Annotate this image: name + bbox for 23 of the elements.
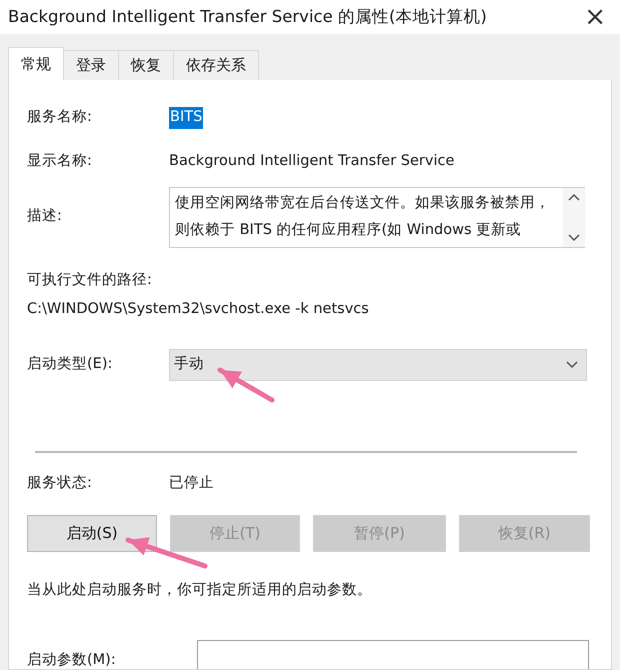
service-name-value: BITS (169, 107, 204, 129)
description-box[interactable]: 使用空闲网络带宽在后台传送文件。如果该服务被禁用，则依赖于 BITS 的任何应用程序(如 Windows 更新或 (169, 186, 585, 248)
field-label: 显示名称: (27, 152, 93, 171)
field-label: 描述: (27, 207, 63, 226)
startup-type-dropdown[interactable]: 手动 (169, 349, 587, 381)
field-label: 启动类型(E): (27, 354, 114, 374)
field-label: 可执行文件的路径: (27, 270, 153, 290)
caret-icon (566, 361, 578, 369)
service-button[interactable]: 启动(S) (27, 514, 157, 552)
field-label: 服务状态: (27, 474, 93, 493)
window-title: Background Intelligent Transfer Service 的属性(本地计算机) (8, 6, 487, 28)
tab[interactable]: 常规 (8, 47, 64, 80)
service-status-value: 已停止 (169, 474, 214, 493)
parameters-field[interactable] (197, 640, 589, 669)
display-name-value: Background Intelligent Transfer Service (169, 152, 454, 171)
field-label: 服务名称: (27, 108, 93, 127)
scroll-up-icon[interactable] (568, 192, 580, 200)
scroll-down-icon[interactable] (568, 234, 580, 242)
field-label: 启动参数(M): (27, 650, 117, 669)
tab[interactable]: 依存关系 (173, 50, 259, 80)
path-value: C:\WINDOWS\System32\svchost.exe -k netsvcs (27, 300, 370, 320)
close-button[interactable]: × (578, 4, 612, 30)
note-text: 当从此处启动服务时，你可指定所适用的启动参数。 (27, 580, 373, 600)
